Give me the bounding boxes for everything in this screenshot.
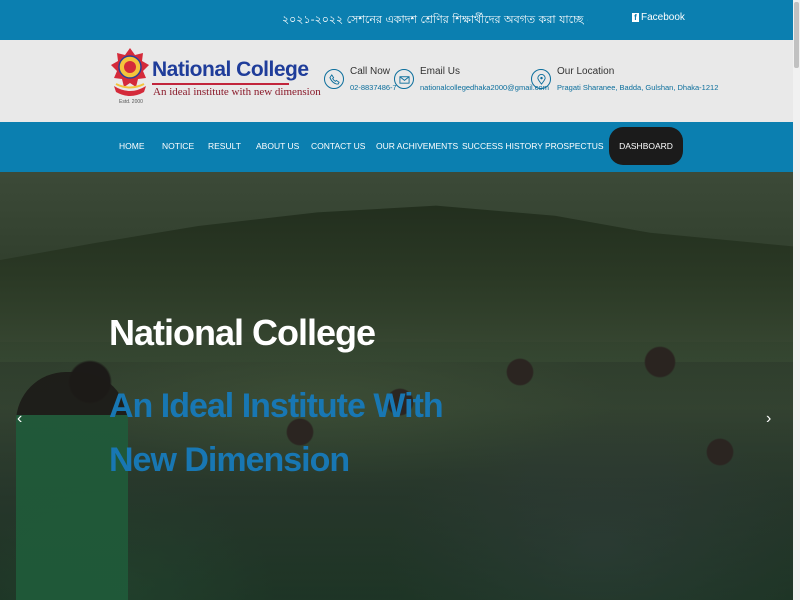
slider-prev-arrow-icon[interactable]: ‹: [17, 410, 22, 428]
brand-underline: [152, 83, 289, 85]
hero-subtitle: An Ideal Institute With New Dimension: [109, 387, 444, 479]
location-title: Our Location: [557, 66, 615, 77]
nav-success-history[interactable]: SUCCESS HISTORY: [462, 141, 543, 151]
nav-result[interactable]: RESULT: [208, 141, 241, 151]
nav-about-us[interactable]: ABOUT US: [256, 141, 299, 151]
top-bar: ২০২১-২০২২ সেশনের একাদশ শ্রেণির শিক্ষার্থ…: [0, 0, 793, 40]
nav-home[interactable]: HOME: [119, 141, 145, 151]
facebook-icon: f: [632, 13, 639, 22]
facebook-label: Facebook: [641, 12, 685, 23]
site-header: Estd. 2000 National College An ideal ins…: [0, 40, 793, 122]
notice-marquee[interactable]: ২০২১-২০২২ সেশনের একাদশ শ্রেণির শিক্ষার্থ…: [282, 11, 588, 30]
scrollbar-thumb[interactable]: [794, 2, 799, 68]
college-logo[interactable]: [108, 46, 152, 104]
email-title: Email Us: [420, 66, 461, 77]
hero-slider: National College An Ideal Institute With…: [0, 172, 793, 600]
brand-subtitle: An ideal institute with new dimension: [153, 86, 321, 98]
phone-number[interactable]: 02-8837486-7: [350, 83, 397, 92]
contact-email: Email Us nationalcollegedhaka2000@gmail.…: [394, 64, 549, 92]
nav-our-achievements[interactable]: OUR ACHIVEMENTS: [376, 141, 458, 151]
slider-next-arrow-icon[interactable]: ›: [766, 410, 771, 428]
contact-location: Our Location Pragati Sharanee, Badda, Gu…: [531, 64, 718, 92]
established-year: Estd. 2000: [119, 99, 143, 105]
location-address: Pragati Sharanee, Badda, Gulshan, Dhaka-…: [557, 83, 719, 92]
contact-call: Call Now 02-8837486-7: [324, 64, 397, 92]
nav-prospectus[interactable]: PROSPECTUS: [545, 141, 604, 151]
nav-notice[interactable]: NOTICE: [162, 141, 194, 151]
main-nav: HOME NOTICE RESULT ABOUT US CONTACT US O…: [0, 122, 793, 172]
call-title: Call Now: [350, 66, 391, 77]
mail-icon: [394, 69, 414, 89]
email-address[interactable]: nationalcollegedhaka2000@gmail.com: [420, 83, 549, 92]
vertical-scrollbar[interactable]: [793, 0, 800, 600]
nav-contact-us[interactable]: CONTACT US: [311, 141, 365, 151]
brand-title[interactable]: National College: [152, 58, 309, 82]
location-icon: [531, 69, 551, 89]
phone-icon: [324, 69, 344, 89]
facebook-link[interactable]: f Facebook: [632, 12, 685, 23]
dashboard-button[interactable]: DASHBOARD: [609, 127, 683, 165]
hero-title: National College: [109, 312, 376, 353]
